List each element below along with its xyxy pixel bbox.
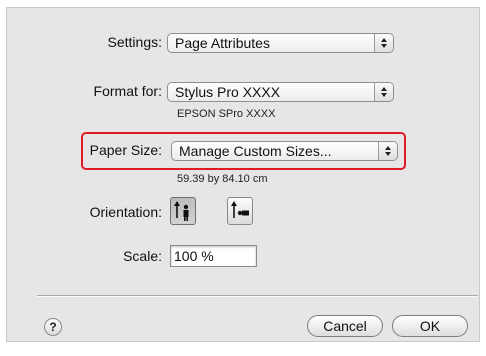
- popup-arrows-icon: [374, 83, 393, 101]
- page-setup-dialog: Settings: Page Attributes Format for: St…: [6, 7, 480, 342]
- settings-popup[interactable]: Page Attributes: [167, 33, 394, 53]
- ok-button[interactable]: OK: [392, 315, 468, 337]
- paper-size-popup[interactable]: Manage Custom Sizes...: [171, 141, 398, 161]
- paper-size-value: Manage Custom Sizes...: [179, 143, 332, 159]
- format-for-value: Stylus Pro XXXX: [175, 84, 281, 100]
- settings-value: Page Attributes: [175, 35, 270, 51]
- orientation-landscape-button[interactable]: [227, 197, 253, 225]
- dialog-divider: [37, 295, 478, 297]
- cancel-button[interactable]: Cancel: [307, 315, 383, 337]
- settings-label: Settings:: [107, 34, 162, 50]
- popup-arrows-icon: [378, 142, 397, 160]
- format-for-popup[interactable]: Stylus Pro XXXX: [167, 82, 394, 102]
- format-for-label: Format for:: [93, 83, 162, 99]
- popup-arrows-icon: [374, 34, 393, 52]
- scale-label: Scale:: [123, 248, 162, 264]
- orientation-label: Orientation:: [89, 204, 162, 220]
- scale-input[interactable]: 100 %: [170, 245, 257, 267]
- portrait-orientation-icon: [174, 201, 189, 221]
- printer-model-text: EPSON SPro XXXX: [177, 108, 276, 120]
- landscape-orientation-icon: [231, 201, 249, 218]
- help-button[interactable]: ?: [44, 318, 62, 336]
- orientation-portrait-button[interactable]: [170, 197, 196, 225]
- paper-size-label: Paper Size:: [89, 142, 162, 158]
- paper-dimensions-text: 59.39 by 84.10 cm: [177, 173, 268, 185]
